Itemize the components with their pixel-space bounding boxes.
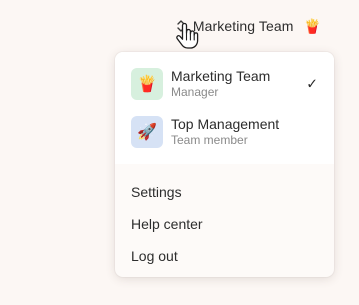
fries-icon: 🍟 bbox=[137, 76, 157, 93]
checkmark-icon: ✓ bbox=[306, 75, 318, 92]
team-avatar: 🍟 bbox=[131, 68, 163, 100]
team-switcher-dropdown: 🍟 Marketing Team Manager ✓ 🚀 Top Managem… bbox=[115, 52, 334, 277]
team-role: Team member bbox=[171, 133, 248, 147]
chevron-up-down-icon bbox=[175, 19, 187, 33]
rocket-icon: 🚀 bbox=[137, 124, 157, 141]
account-menu: Settings Help center Log out bbox=[115, 164, 334, 272]
team-avatar: 🚀 bbox=[131, 116, 163, 148]
menu-item-log-out[interactable]: Log out bbox=[131, 240, 318, 272]
team-name: Top Management bbox=[171, 116, 280, 132]
team-list: 🍟 Marketing Team Manager ✓ 🚀 Top Managem… bbox=[115, 52, 334, 164]
team-role: Manager bbox=[171, 85, 219, 99]
team-switcher-trigger[interactable]: Marketing Team 🍟 bbox=[175, 14, 321, 38]
menu-item-settings[interactable]: Settings bbox=[131, 176, 318, 208]
team-option-top-management[interactable]: 🚀 Top Management Team member bbox=[123, 108, 326, 156]
current-team-name: Marketing Team bbox=[192, 18, 294, 34]
team-option-marketing-team[interactable]: 🍟 Marketing Team Manager ✓ bbox=[123, 60, 326, 108]
current-team-emoji-icon: 🍟 bbox=[303, 17, 321, 34]
menu-item-help-center[interactable]: Help center bbox=[131, 208, 318, 240]
team-name: Marketing Team bbox=[171, 68, 271, 84]
